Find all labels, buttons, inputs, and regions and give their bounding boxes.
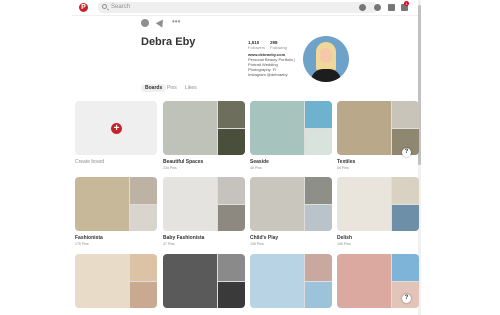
board-cover: [163, 177, 245, 231]
notification-badge: 1: [404, 1, 409, 6]
board-pin-count: 165 Pins: [337, 242, 351, 246]
board-cover: [75, 177, 157, 231]
board-cover: [75, 254, 157, 308]
board-pin-count: 54 Pins: [337, 166, 349, 170]
following-stat[interactable]: 298 Following: [270, 40, 300, 50]
board-pin-count: 46 Pins: [250, 166, 262, 170]
board-cover: [250, 101, 332, 155]
board-cover: [337, 101, 419, 155]
more-options-icon[interactable]: •••: [172, 18, 180, 27]
compass-icon[interactable]: [359, 4, 366, 11]
board-pin-count: 106 Pins: [250, 242, 264, 246]
board-pin-count: 175 Pins: [75, 242, 89, 246]
board-cover: [163, 101, 245, 155]
profile-icon[interactable]: [374, 4, 381, 11]
messages-icon[interactable]: [388, 4, 395, 11]
search-icon: [102, 4, 107, 9]
board-pin-count: 47 Pins: [163, 242, 175, 246]
profile-location: Instagram @debraeby: [248, 72, 288, 77]
profile-avatar[interactable]: [303, 36, 349, 82]
board-title: Fashionista: [75, 235, 103, 241]
tab-likes[interactable]: Likes: [185, 84, 197, 92]
board-cover: [163, 254, 245, 308]
board-title: Beautiful Spaces: [163, 159, 204, 165]
create-board-tile[interactable]: +: [75, 101, 157, 155]
help-button[interactable]: ?: [402, 148, 411, 157]
following-label: Following: [270, 45, 287, 50]
create-board-label: Create board: [75, 159, 105, 165]
search-placeholder: Search: [111, 4, 131, 10]
board-title: Child's Play: [250, 235, 279, 241]
profile-bio-text: Personal Beauty Portfolio | Portrait Wed…: [248, 57, 296, 72]
tab-boards[interactable]: Boards: [141, 84, 167, 92]
board-title: Seaside: [250, 159, 269, 165]
top-header: P Search 1: [72, 0, 418, 16]
board-cover: [337, 177, 419, 231]
board-title: Textiles: [337, 159, 356, 165]
pinterest-logo-icon[interactable]: P: [79, 3, 88, 12]
board-pin-count: 234 Pins: [163, 166, 177, 170]
send-icon[interactable]: [155, 17, 167, 28]
profile-bio: www.debraeby.com Personal Beauty Portfol…: [248, 52, 296, 77]
board-cover: [250, 177, 332, 231]
search-input[interactable]: Search: [98, 2, 377, 13]
board-cover: [250, 254, 332, 308]
help-button-bottom[interactable]: ?: [402, 294, 411, 303]
plus-icon: +: [111, 123, 122, 134]
board-title: Delish: [337, 235, 353, 241]
profile-name: Debra Eby: [141, 36, 196, 48]
settings-gear-icon[interactable]: [141, 19, 149, 27]
board-title: Baby Fashionista: [163, 235, 205, 241]
tab-pins[interactable]: Pins: [167, 84, 177, 92]
